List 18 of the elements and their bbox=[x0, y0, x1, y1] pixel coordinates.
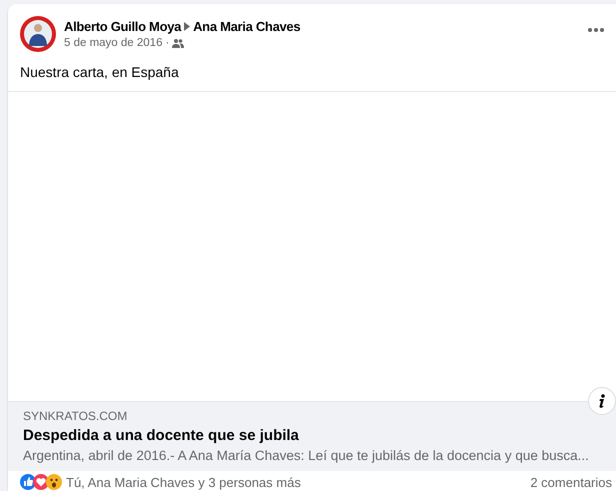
post-date[interactable]: 5 de mayo de 2016 bbox=[64, 37, 162, 49]
reactions-summary[interactable]: Tú, Ana Maria Chaves y 3 personas más bbox=[66, 474, 530, 490]
link-description: Argentina, abril de 2016.- A Ana María Chaves: Leí que te jubilás de la docencia y que busca... bbox=[23, 448, 590, 463]
author-name[interactable]: Alberto Guillo Moya bbox=[64, 19, 182, 34]
arrow-icon bbox=[184, 22, 190, 31]
avatar[interactable] bbox=[20, 16, 56, 52]
post-text: Nuestra carta, en España bbox=[19, 63, 180, 82]
separator: · bbox=[165, 37, 170, 49]
link-title[interactable]: Despedida a una docente que se jubila bbox=[23, 427, 616, 444]
people-icon[interactable] bbox=[172, 38, 184, 48]
info-button[interactable] bbox=[588, 387, 616, 415]
info-icon bbox=[598, 394, 606, 408]
comments-count[interactable]: 2 comentarios bbox=[530, 474, 612, 490]
more-icon bbox=[588, 28, 604, 32]
link-domain: SYNKRATOS.COM bbox=[23, 409, 128, 423]
surprised-face-icon bbox=[46, 474, 62, 490]
recipient-name[interactable]: Ana Maria Chaves bbox=[193, 19, 300, 34]
link-preview[interactable]: SYNKRATOS.COM Despedida a una docente que se jubila Argentina, abril de 2016.- A Ana María Chaves: Leí que te jubilás de la docencia y que busca... bbox=[8, 401, 616, 471]
